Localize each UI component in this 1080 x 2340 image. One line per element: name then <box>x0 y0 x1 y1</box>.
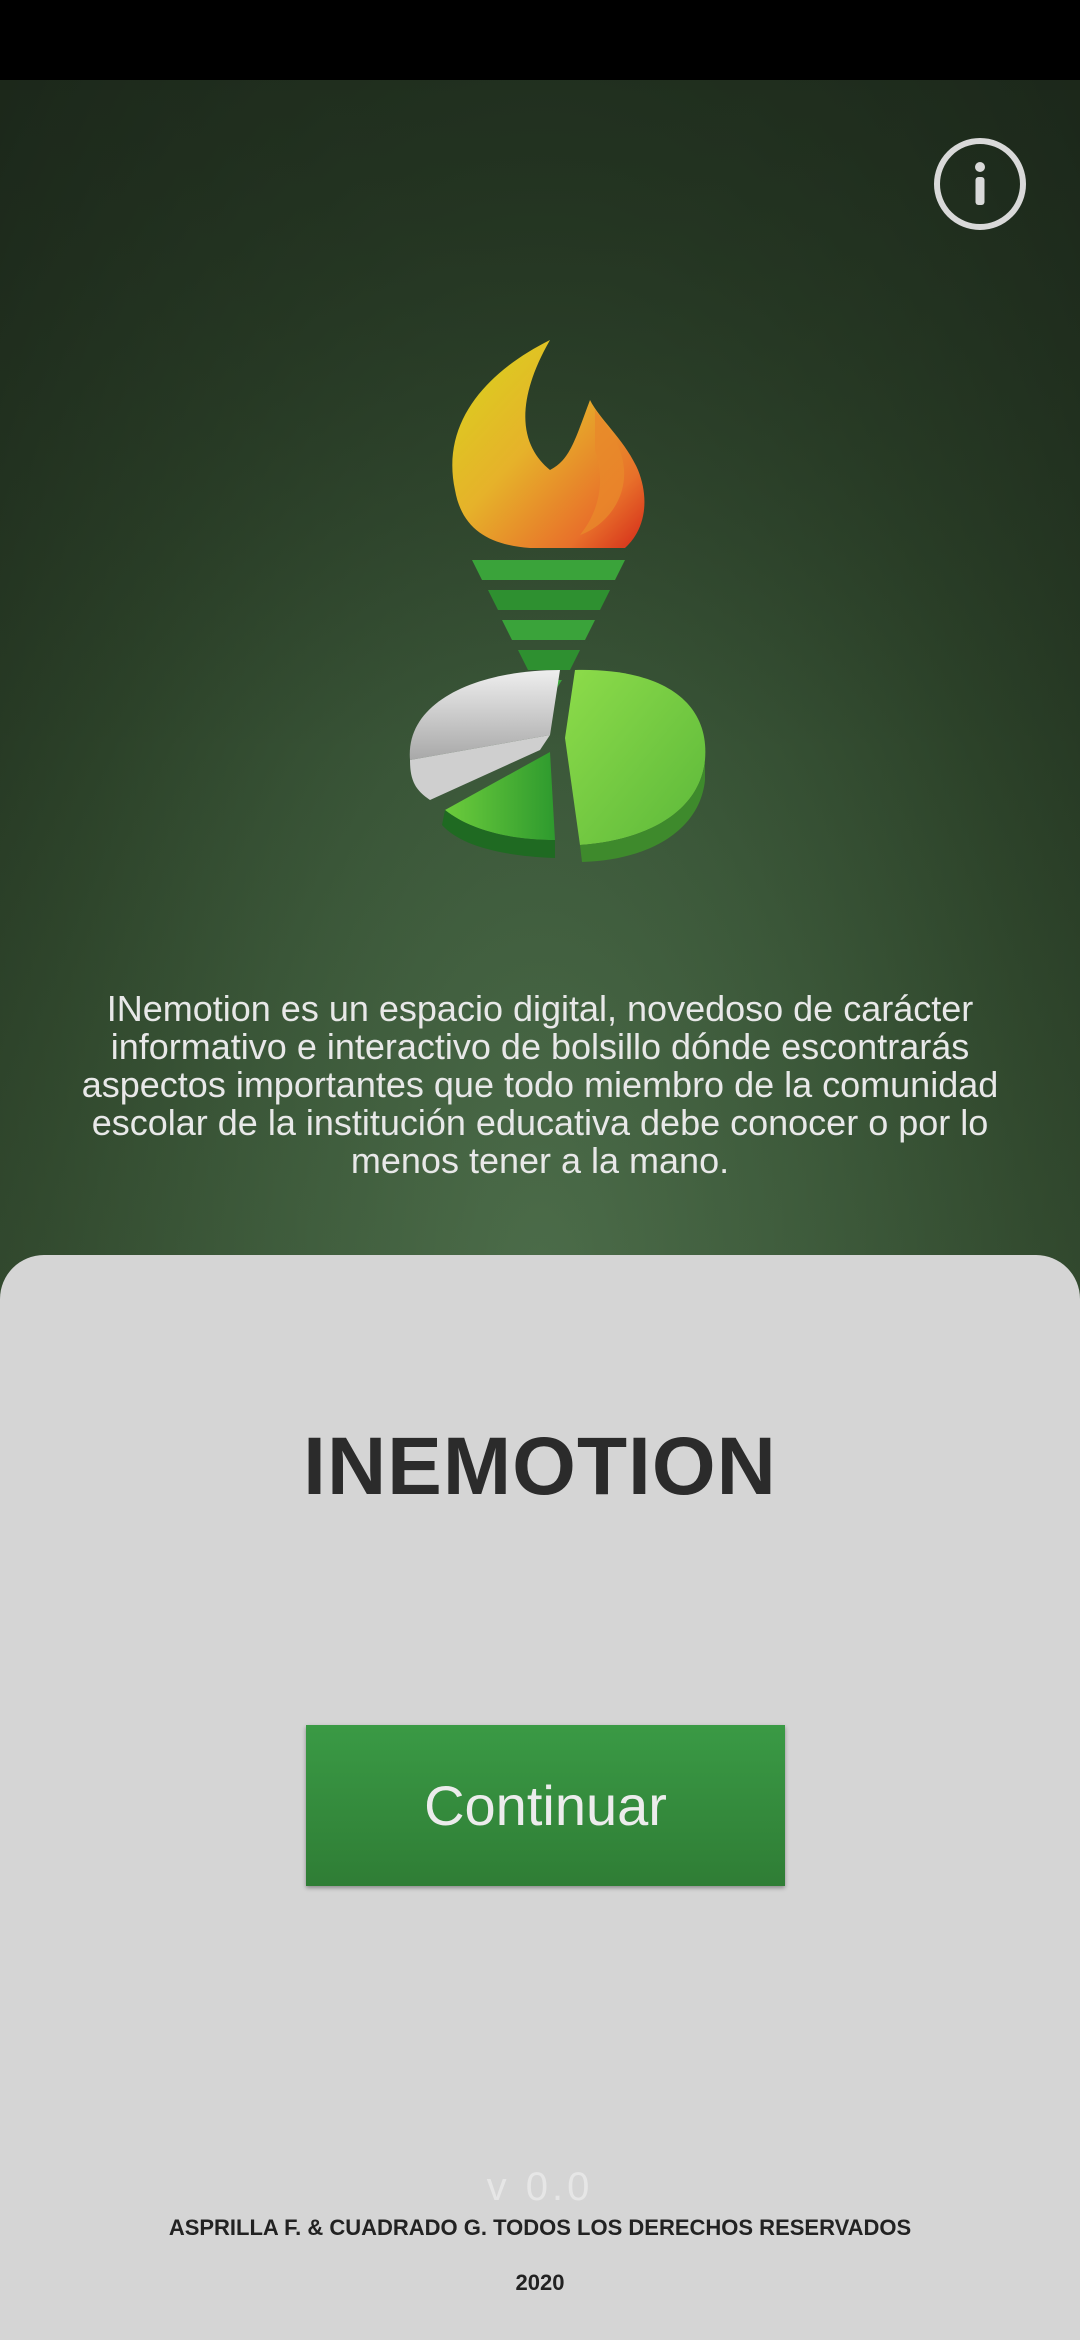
info-icon <box>975 162 985 205</box>
app-description: INemotion es un espacio digital, novedos… <box>81 988 999 1181</box>
torch-pie-chart-logo <box>409 340 706 862</box>
continue-button[interactable]: Continuar <box>306 1725 785 1886</box>
app-title: INEMOTION <box>303 1421 777 1512</box>
copyright-year: 2020 <box>515 2270 565 2295</box>
hero-section: INemotion es un espacio digital, novedos… <box>0 80 1080 1300</box>
copyright-text: ASPRILLA F. & CUADRADO G. TODOS LOS DERE… <box>168 2215 912 2240</box>
version-label: v 0.0 <box>486 2165 594 2209</box>
status-bar <box>0 0 1080 80</box>
bottom-panel: INEMOTION Continuar v 0.0 ASPRILLA F. & … <box>0 1255 1080 2340</box>
info-button[interactable] <box>934 138 1026 230</box>
